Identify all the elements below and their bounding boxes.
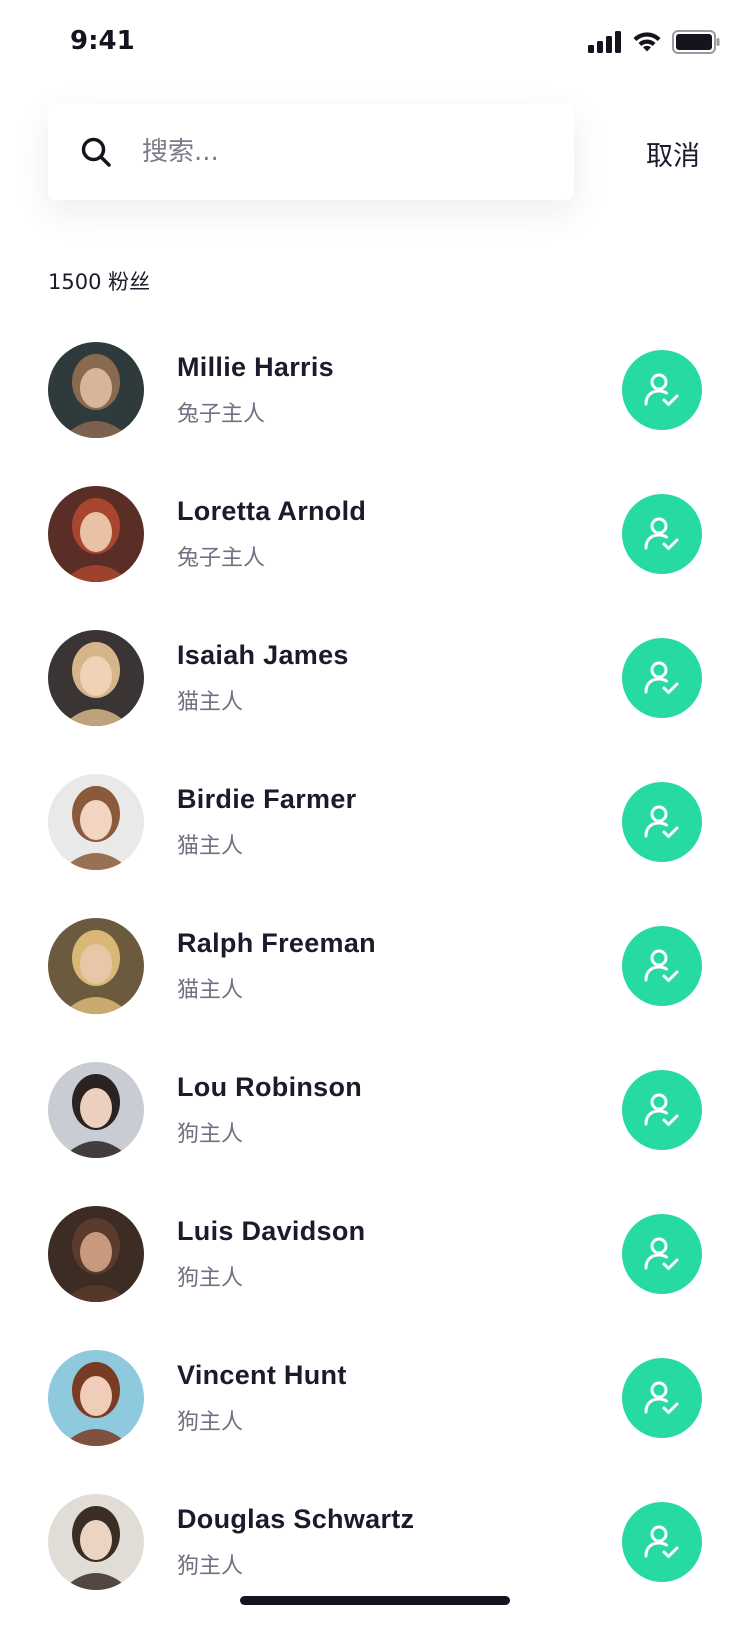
user-name: Birdie Farmer [177, 784, 357, 814]
following-button[interactable] [622, 926, 702, 1006]
status-icons [588, 30, 720, 54]
user-name: Millie Harris [177, 352, 334, 382]
user-name: Lou Robinson [177, 1072, 363, 1102]
user-name: Vincent Hunt [177, 1360, 347, 1390]
user-check-icon [644, 373, 679, 406]
user-subtitle: 狗主人 [177, 1266, 244, 1291]
user-check-icon [644, 1381, 679, 1414]
home-indicator [240, 1596, 510, 1605]
user-subtitle: 兔子主人 [177, 402, 266, 427]
followers-count: 1500 粉丝 [48, 270, 151, 294]
avatar-photo [48, 342, 144, 438]
user-check-icon [644, 949, 679, 982]
status-time: 9:41 [70, 26, 135, 56]
list-item[interactable]: Ralph Freeman 猫主人 [0, 918, 750, 1062]
following-button[interactable] [622, 638, 702, 718]
avatar[interactable] [48, 630, 144, 726]
list-item[interactable]: Douglas Schwartz 狗主人 [0, 1494, 750, 1638]
user-subtitle: 兔子主人 [177, 546, 266, 571]
list-item[interactable]: Millie Harris 兔子主人 [0, 342, 750, 486]
user-check-icon [644, 1525, 679, 1558]
following-button[interactable] [622, 782, 702, 862]
avatar[interactable] [48, 1062, 144, 1158]
avatar[interactable] [48, 1206, 144, 1302]
list-item[interactable]: Loretta Arnold 兔子主人 [0, 486, 750, 630]
user-check-icon [644, 805, 679, 838]
list-item[interactable]: Vincent Hunt 狗主人 [0, 1350, 750, 1494]
signal-icon [588, 31, 621, 53]
avatar-photo [48, 1206, 144, 1302]
user-list: Millie Harris 兔子主人 Loretta Arnold 兔子主人 I… [0, 342, 750, 1638]
avatar[interactable] [48, 1494, 144, 1590]
search-icon [81, 137, 111, 167]
list-item[interactable]: Birdie Farmer 猫主人 [0, 774, 750, 918]
list-item[interactable]: Lou Robinson 狗主人 [0, 1062, 750, 1206]
avatar-photo [48, 918, 144, 1014]
user-subtitle: 猫主人 [177, 834, 244, 859]
avatar[interactable] [48, 918, 144, 1014]
user-check-icon [644, 661, 679, 694]
avatar-photo [48, 486, 144, 582]
user-subtitle: 猫主人 [177, 690, 244, 715]
status-bar: 9:41 [0, 0, 750, 88]
avatar-photo [48, 774, 144, 870]
battery-icon [672, 30, 720, 54]
avatar[interactable] [48, 774, 144, 870]
user-name: Luis Davidson [177, 1216, 366, 1246]
avatar-photo [48, 630, 144, 726]
avatar[interactable] [48, 486, 144, 582]
list-item[interactable]: Luis Davidson 狗主人 [0, 1206, 750, 1350]
user-subtitle: 狗主人 [177, 1554, 244, 1579]
following-button[interactable] [622, 350, 702, 430]
user-name: Loretta Arnold [177, 496, 367, 526]
user-name: Isaiah James [177, 640, 349, 670]
user-check-icon [644, 517, 679, 550]
user-check-icon [644, 1237, 679, 1270]
user-subtitle: 猫主人 [177, 978, 244, 1003]
user-subtitle: 狗主人 [177, 1122, 244, 1147]
user-name: Ralph Freeman [177, 928, 376, 958]
avatar-photo [48, 1350, 144, 1446]
search-box[interactable] [48, 104, 574, 200]
search-input[interactable] [142, 132, 542, 172]
user-subtitle: 狗主人 [177, 1410, 244, 1435]
following-button[interactable] [622, 1070, 702, 1150]
avatar[interactable] [48, 1350, 144, 1446]
cancel-button[interactable]: 取消 [646, 134, 700, 173]
following-button[interactable] [622, 494, 702, 574]
list-item[interactable]: Isaiah James 猫主人 [0, 630, 750, 774]
avatar-photo [48, 1062, 144, 1158]
user-check-icon [644, 1093, 679, 1126]
following-button[interactable] [622, 1214, 702, 1294]
wifi-icon [633, 32, 661, 52]
user-name: Douglas Schwartz [177, 1504, 415, 1534]
following-button[interactable] [622, 1502, 702, 1582]
avatar[interactable] [48, 342, 144, 438]
following-button[interactable] [622, 1358, 702, 1438]
avatar-photo [48, 1494, 144, 1590]
